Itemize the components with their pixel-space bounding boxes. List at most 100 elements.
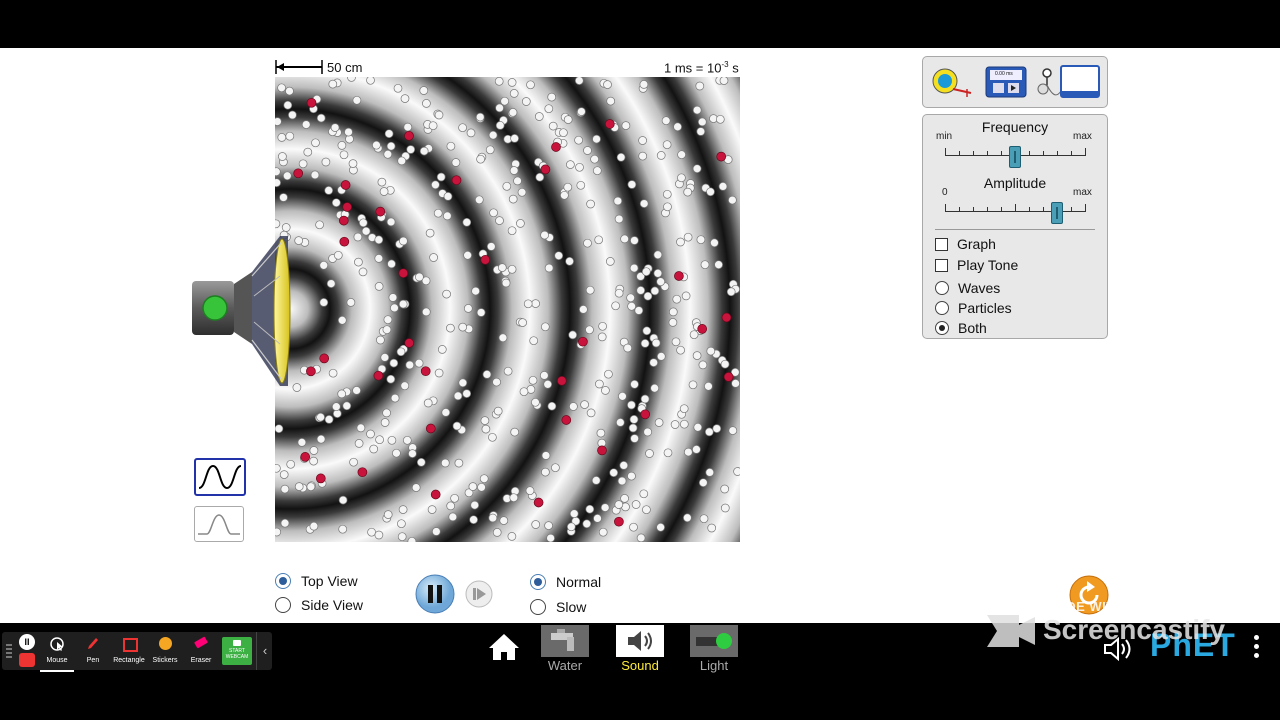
air-particle (585, 285, 595, 295)
top-view-radio-dot[interactable] (275, 573, 291, 589)
side-view-radio[interactable]: Side View (275, 597, 363, 613)
air-particle (600, 503, 610, 512)
both-radio[interactable]: Both (935, 320, 987, 336)
slow-speed-radio-dot[interactable] (530, 599, 546, 615)
waves-radio-dot[interactable] (935, 281, 949, 295)
air-particle (650, 286, 660, 296)
air-particle (380, 418, 390, 427)
air-particle (623, 343, 633, 353)
light-tab[interactable]: Light (690, 625, 738, 673)
air-particle (700, 260, 710, 270)
air-particle (631, 500, 641, 509)
air-particle (583, 146, 592, 155)
stickers-tool[interactable]: Stickers (148, 632, 182, 670)
amplitude-slider-thumb[interactable] (1051, 202, 1063, 224)
pen-tool[interactable]: Pen (76, 632, 110, 670)
pause-button[interactable] (415, 574, 455, 614)
frequency-min-label: min (936, 131, 953, 142)
normal-speed-radio-dot[interactable] (530, 574, 546, 590)
air-particle (629, 415, 639, 424)
air-particle (609, 468, 619, 478)
start-webcam-button[interactable]: START WEBCAM (222, 637, 252, 665)
waves-radio[interactable]: Waves (935, 280, 1000, 296)
graph-checkbox[interactable]: Graph (935, 236, 996, 252)
water-tab[interactable]: Water (541, 625, 589, 673)
measuring-tape-icon[interactable] (931, 65, 975, 99)
air-particle (548, 121, 558, 131)
air-particle (421, 307, 431, 317)
air-particle (377, 177, 387, 187)
step-forward-button[interactable] (465, 580, 493, 608)
graph-checkbox-box[interactable] (935, 237, 948, 251)
eraser-tool[interactable]: Eraser (184, 632, 218, 670)
air-particle (566, 160, 575, 169)
pulse-wave-button[interactable] (194, 506, 244, 542)
air-particle (486, 242, 496, 251)
air-particle (454, 458, 464, 468)
play-tone-checkbox[interactable]: Play Tone (935, 257, 1018, 273)
particles-radio-dot[interactable] (935, 301, 949, 315)
air-particle (639, 199, 649, 208)
stop-recording-button[interactable] (19, 653, 35, 667)
air-particle (492, 528, 502, 537)
air-particle (540, 322, 550, 332)
air-particle (718, 182, 728, 191)
air-particle (531, 397, 540, 407)
rectangle-tool[interactable]: Rectangle (112, 632, 146, 670)
home-icon[interactable] (487, 632, 521, 662)
pen-tool-label: Pen (86, 657, 100, 664)
sound-tab[interactable]: Sound (616, 625, 664, 673)
both-radio-dot[interactable] (935, 321, 949, 335)
normal-speed-radio[interactable]: Normal (530, 574, 601, 590)
particles-radio[interactable]: Particles (935, 300, 1012, 316)
play-tone-checkbox-box[interactable] (935, 258, 948, 272)
air-particle (630, 379, 639, 389)
graph-checkbox-label: Graph (957, 236, 996, 252)
air-particle (590, 154, 599, 164)
air-particle (429, 253, 438, 262)
air-particle (574, 77, 584, 85)
air-particle (712, 424, 722, 433)
air-particle (653, 268, 663, 278)
air-particle (586, 408, 596, 418)
tracked-particle (404, 338, 415, 348)
air-particle (568, 330, 578, 340)
screencastify-label: Screencastify (1043, 614, 1226, 645)
air-particle (306, 482, 316, 492)
collapse-toolbar-button[interactable]: ‹ (256, 632, 273, 670)
air-particle (585, 325, 594, 335)
pause-recording-button[interactable]: II (19, 634, 35, 650)
drag-handle[interactable] (6, 644, 12, 658)
air-particle (279, 193, 288, 202)
frequency-slider-thumb[interactable] (1009, 146, 1021, 168)
air-particle (367, 527, 376, 537)
air-particle (683, 232, 693, 242)
sine-wave-button[interactable] (194, 458, 246, 496)
air-particle (446, 323, 455, 333)
air-particle (488, 130, 498, 140)
air-particle (427, 505, 437, 514)
air-particle (565, 256, 574, 266)
air-particle (434, 110, 444, 120)
air-particle (627, 301, 636, 311)
side-view-radio-dot[interactable] (275, 597, 291, 613)
air-particle (513, 176, 522, 186)
slow-speed-radio[interactable]: Slow (530, 599, 586, 615)
slider-tick (973, 151, 974, 156)
speaker-icon[interactable] (192, 236, 302, 386)
air-particle (728, 195, 737, 205)
air-particle (630, 236, 639, 245)
tracked-particle (425, 423, 436, 434)
top-view-radio[interactable]: Top View (275, 573, 358, 589)
air-particle (683, 447, 693, 457)
frequency-slider[interactable] (923, 145, 1107, 169)
amplitude-slider[interactable] (923, 201, 1107, 225)
air-particle (468, 482, 478, 491)
air-particle (387, 259, 396, 269)
mouse-tool[interactable]: Mouse (40, 632, 74, 672)
air-particle (470, 500, 480, 510)
air-particle (510, 134, 519, 143)
sound-meter-icon[interactable] (1035, 63, 1101, 101)
wave-field[interactable] (275, 77, 740, 542)
air-particle (597, 332, 607, 342)
